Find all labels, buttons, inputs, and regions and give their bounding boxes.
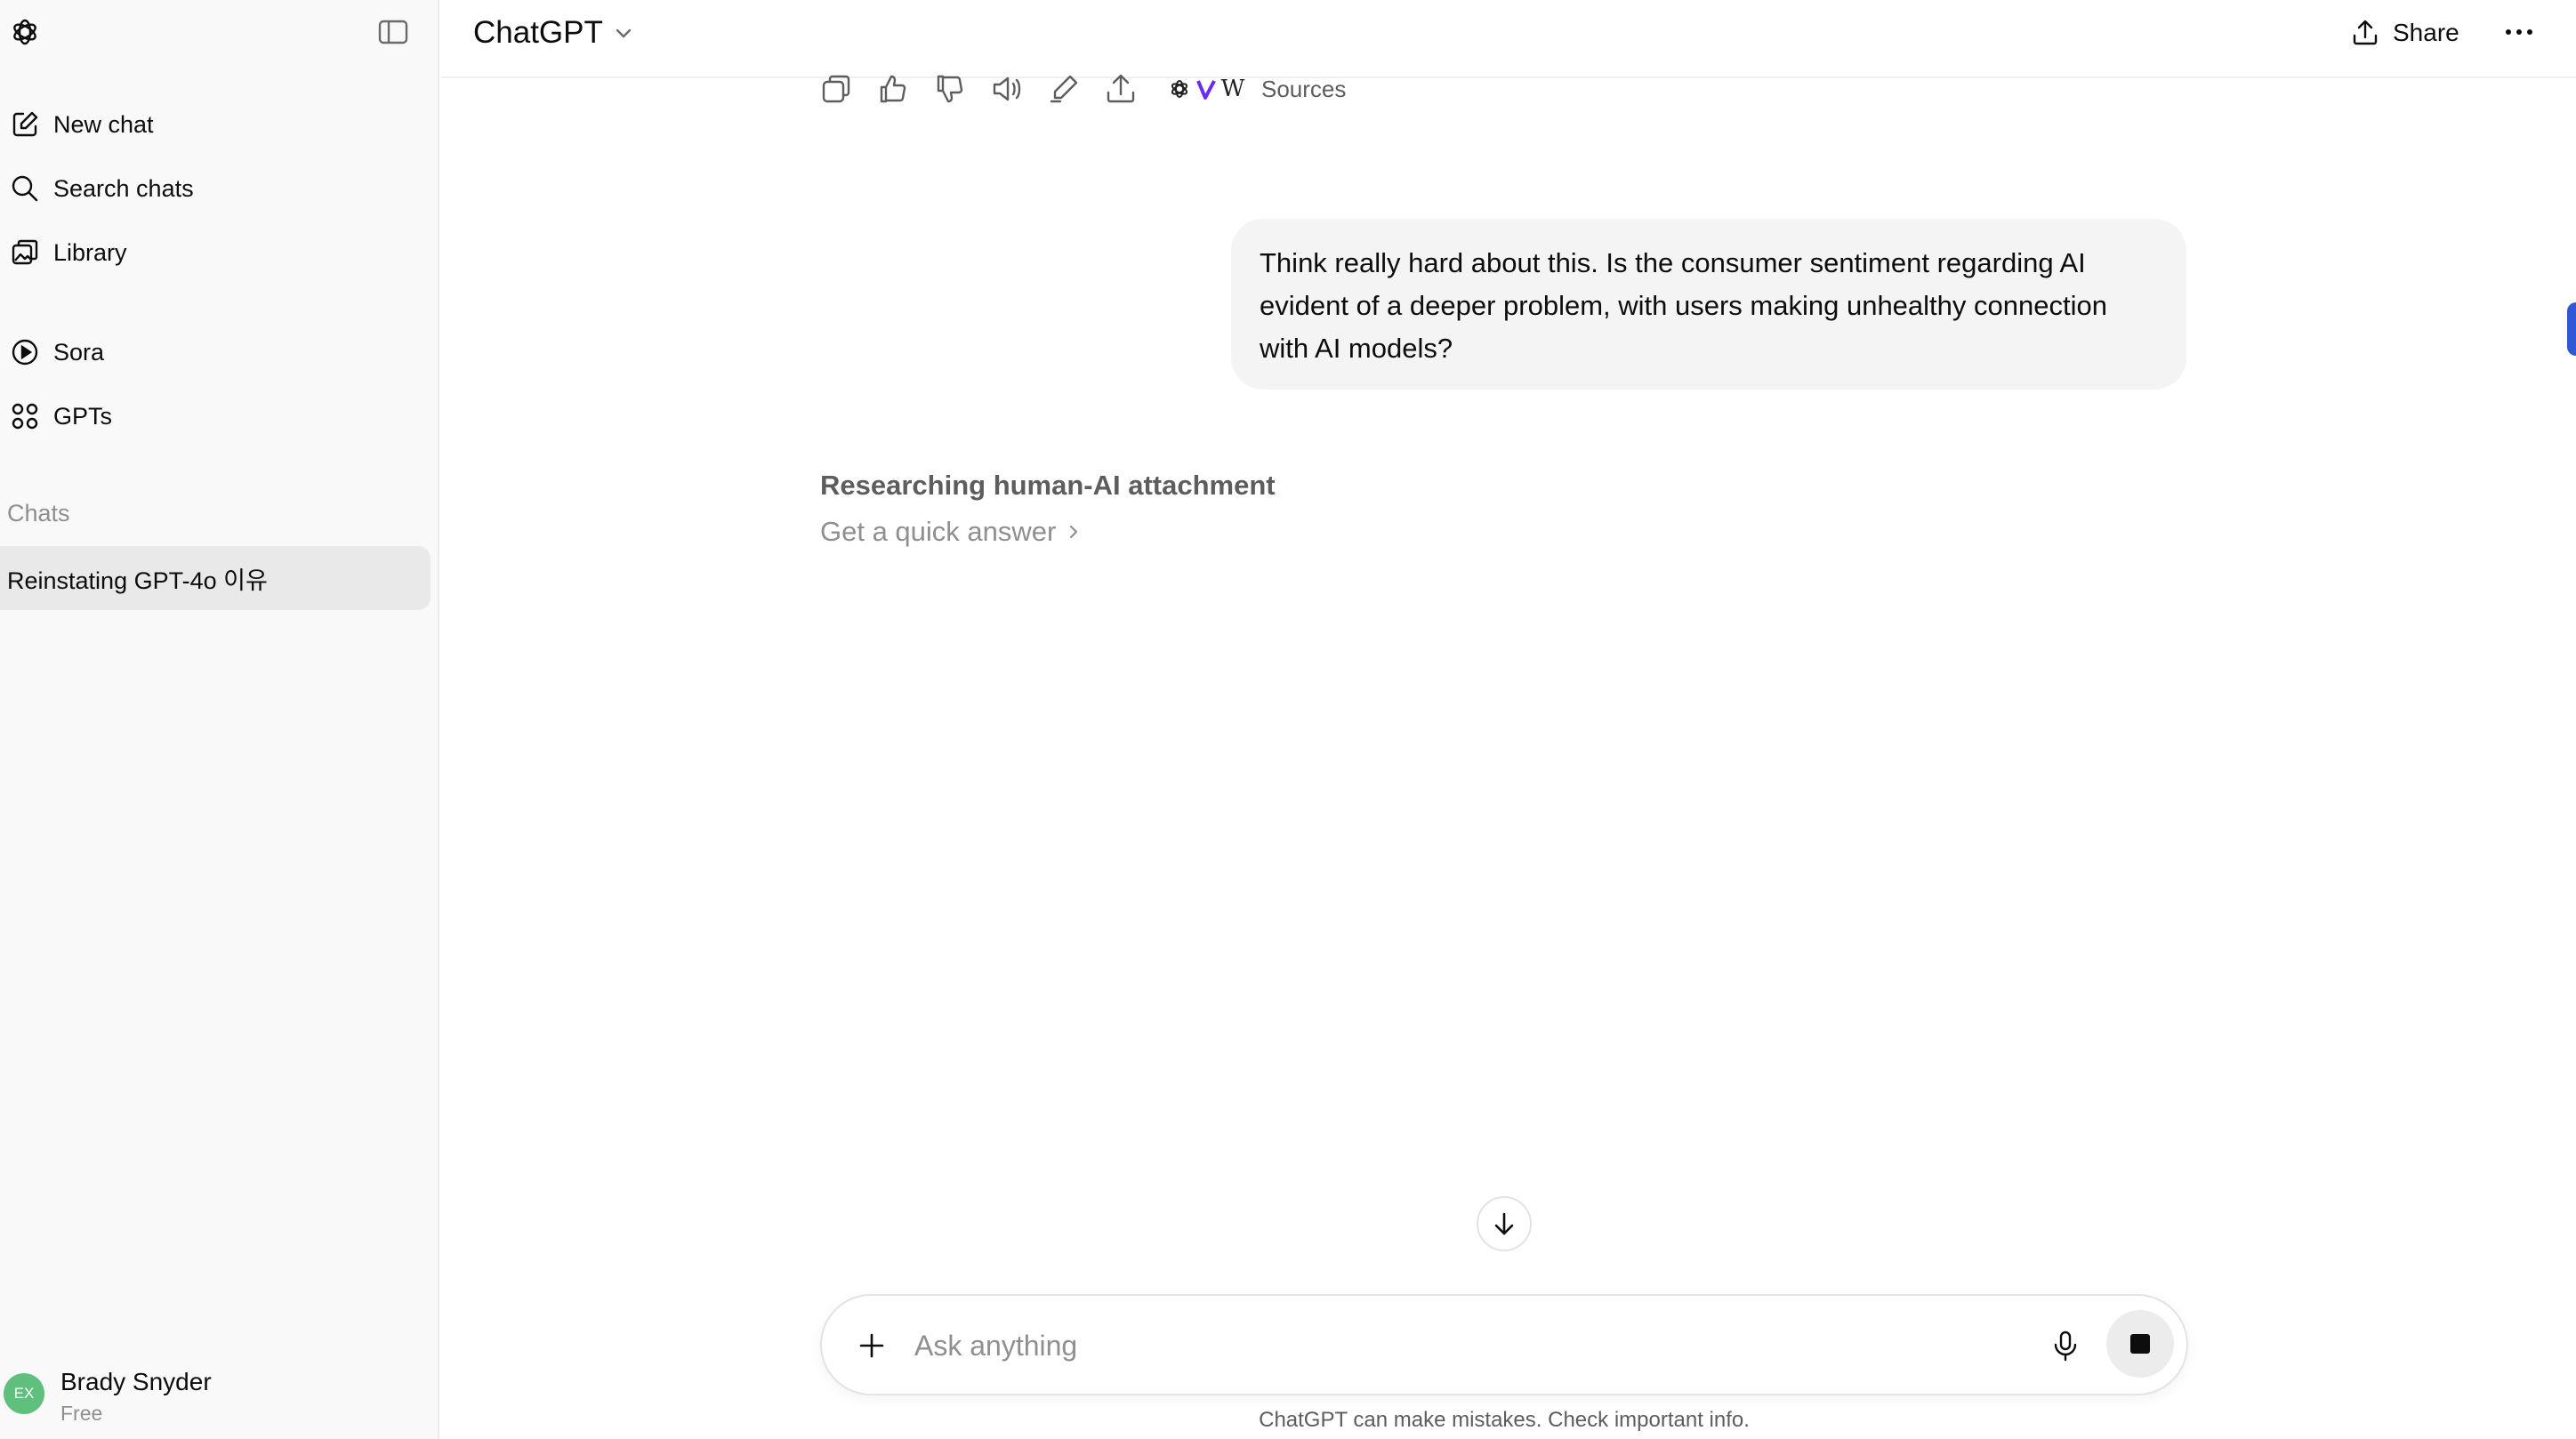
message-input[interactable] (914, 1322, 1928, 1369)
grid-icon (9, 400, 41, 432)
sidebar-item-new-chat[interactable]: New chat (0, 96, 431, 153)
thumbs-down-icon[interactable] (932, 71, 968, 107)
sidebar-item-library[interactable]: Library (0, 224, 431, 281)
plus-icon (859, 1333, 884, 1358)
play-circle-icon (9, 336, 41, 368)
microphone-button[interactable] (2048, 1328, 2083, 1363)
user-message-bubble: Think really hard about this. Is the con… (1231, 219, 2186, 390)
copy-icon[interactable] (818, 71, 854, 107)
read-aloud-icon[interactable] (989, 71, 1025, 107)
sidebar-item-label: Sora (53, 338, 105, 366)
quick-answer-link[interactable]: Get a quick answer (820, 512, 1083, 551)
edit-icon[interactable] (1046, 71, 1082, 107)
sidebar-item-label: GPTs (53, 402, 113, 430)
sidebar-item-search-chats[interactable]: Search chats (0, 160, 431, 217)
sidebar-item-label: New chat (53, 110, 154, 138)
verge-icon (1194, 76, 1219, 101)
sidebar-toggle-icon[interactable] (377, 18, 409, 46)
user-plan: Free (60, 1402, 103, 1425)
chevron-right-icon (1065, 523, 1083, 541)
research-status-title: Researching human-AI attachment (820, 470, 1276, 501)
sidebar-item-sora[interactable]: Sora (0, 324, 431, 381)
stop-generating-button[interactable] (2106, 1310, 2174, 1378)
stop-icon (2130, 1334, 2150, 1354)
user-name: Brady Snyder (60, 1368, 212, 1395)
message-composer (820, 1294, 2188, 1395)
search-icon (9, 173, 41, 205)
arrow-down-icon (1494, 1212, 1514, 1235)
share-label: Share (2393, 19, 2459, 46)
top-header: ChatGPT Share (441, 0, 2576, 78)
model-selector[interactable]: ChatGPT (473, 12, 635, 53)
avatar: EX (4, 1373, 44, 1414)
more-options-icon[interactable] (2501, 16, 2537, 48)
chats-section-label: Chats (7, 500, 70, 527)
disclaimer-text: ChatGPT can make mistakes. Check importa… (1259, 1408, 1750, 1432)
quick-answer-label: Get a quick answer (820, 516, 1057, 547)
sidebar-item-gpts[interactable]: GPTs (0, 388, 431, 445)
library-icon (9, 237, 41, 269)
chatgpt-app: New chat Search chats Library Sora GPTs … (0, 0, 2576, 1439)
model-label: ChatGPT (473, 15, 603, 50)
thumbs-up-icon[interactable] (875, 71, 911, 107)
sidebar-item-label: Search chats (53, 174, 194, 202)
scroll-to-bottom-button[interactable] (1477, 1196, 1532, 1251)
openai-icon (1167, 76, 1192, 101)
chevron-down-icon (612, 21, 635, 44)
share-button[interactable]: Share (2350, 12, 2459, 53)
chat-title: Reinstating GPT-4o 이유 (7, 567, 268, 594)
wikipedia-icon: W (1220, 76, 1245, 102)
edge-accent (2567, 302, 2576, 356)
chat-history-item[interactable]: Reinstating GPT-4o 이유 (0, 546, 431, 610)
share-icon[interactable] (1103, 71, 1139, 107)
sidebar-item-label: Library (53, 238, 127, 266)
edit-icon (9, 109, 41, 141)
sidebar: New chat Search chats Library Sora GPTs … (0, 0, 439, 1439)
add-attachment-button[interactable] (854, 1328, 890, 1363)
openai-logo-icon[interactable] (7, 14, 43, 50)
user-profile[interactable]: EX Brady Snyder Free (0, 1361, 431, 1432)
share-icon (2350, 18, 2380, 48)
sources-button[interactable]: W Sources (1167, 71, 1346, 107)
sources-label: Sources (1261, 75, 1347, 102)
microphone-icon (2054, 1330, 2077, 1362)
